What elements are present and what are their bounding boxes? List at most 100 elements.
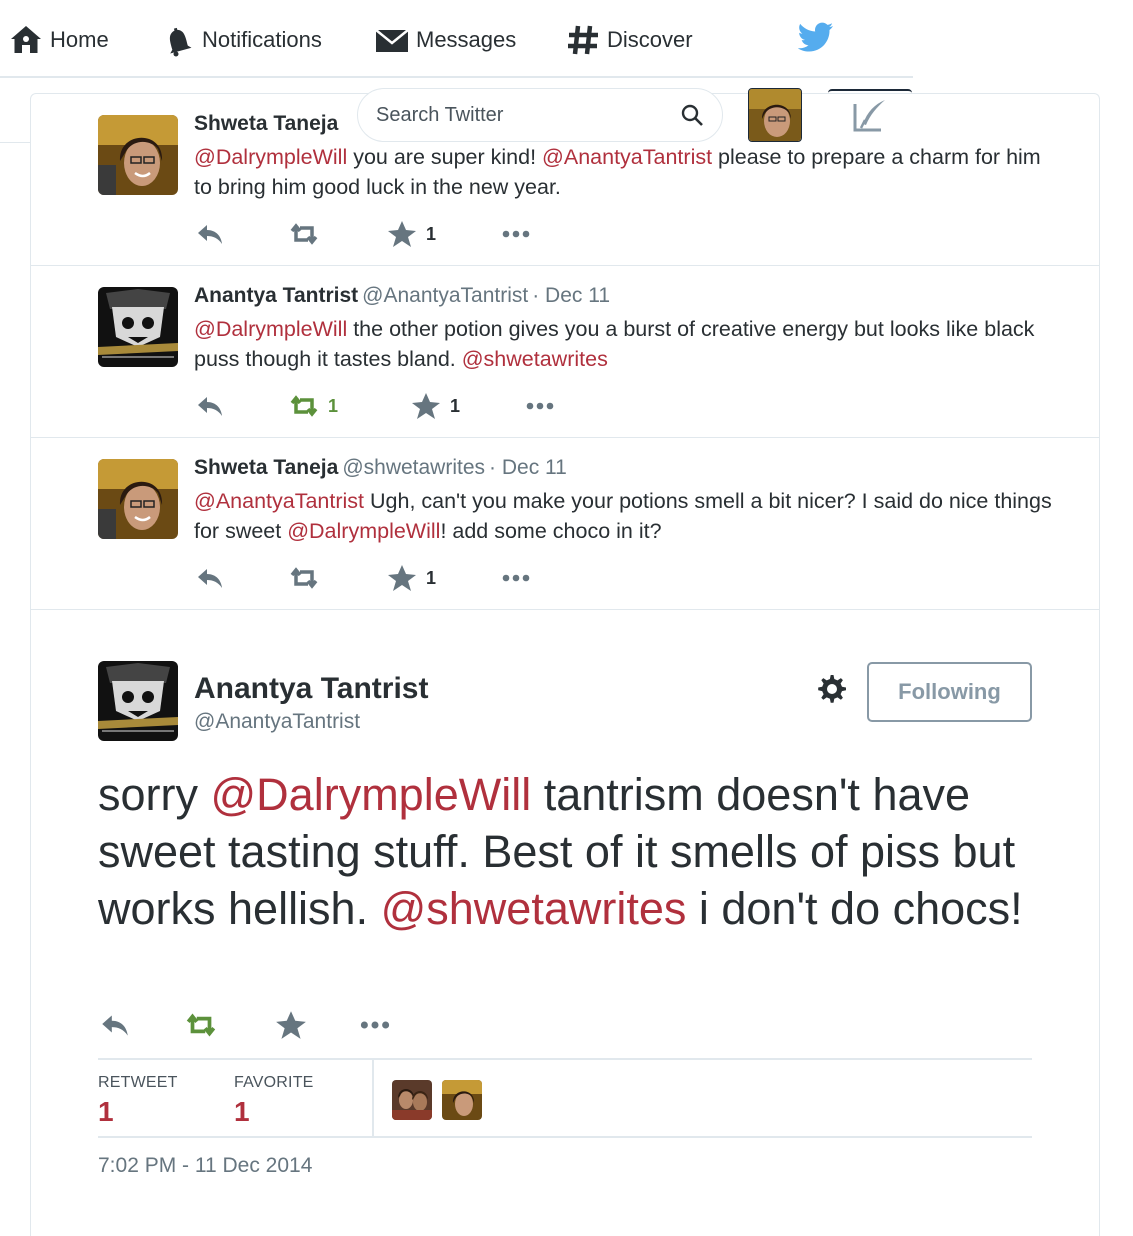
twitter-bird-icon[interactable]	[798, 22, 834, 54]
nav-home-label: Home	[50, 27, 109, 52]
following-button[interactable]: Following	[867, 662, 1032, 722]
nav-messages-label: Messages	[416, 27, 517, 52]
tweet-text-segment: sorry	[98, 769, 211, 820]
compose-tweet-button[interactable]	[828, 89, 912, 141]
tweet-header: Anantya Tantrist @AnantyaTantrist · Dec 11	[194, 284, 610, 308]
mention-link[interactable]: @shwetawrites	[462, 347, 608, 371]
mention-link[interactable]: @DalrympleWill	[211, 769, 532, 820]
tweet-text-segment: i don't do chocs!	[686, 883, 1023, 934]
favorite-count: 1	[426, 567, 437, 588]
reply-button[interactable]	[98, 1008, 132, 1042]
retweet-stat-label: RETWEET	[98, 1074, 178, 1091]
tweet-text: @DalrympleWill you are super kind! @Anan…	[194, 142, 1054, 202]
reply-button[interactable]	[194, 562, 226, 594]
search-input[interactable]	[376, 103, 680, 127]
favorite-button[interactable]: 1	[386, 562, 436, 594]
envelope-icon	[375, 29, 409, 52]
divider	[0, 142, 30, 143]
author-name[interactable]: Shweta Taneja	[194, 456, 338, 479]
retweet-icon	[186, 1013, 216, 1037]
tweet-date[interactable]: · Dec 11	[532, 284, 610, 307]
star-icon	[388, 565, 416, 591]
favorite-button[interactable]: 1	[386, 218, 436, 250]
more-button[interactable]	[358, 1008, 392, 1042]
avatar-image	[98, 661, 178, 741]
stats-divider	[372, 1060, 374, 1138]
nav-messages[interactable]: Messages	[374, 20, 516, 60]
author-name[interactable]: Anantya Tantrist	[194, 284, 358, 307]
permalink-tweet: Anantya Tantrist @AnantyaTantrist Follow…	[31, 610, 1099, 1236]
main-author-handle[interactable]: @AnantyaTantrist	[194, 710, 360, 734]
reply-button[interactable]	[194, 390, 226, 422]
retweet-stat-count: 1	[98, 1096, 114, 1127]
star-icon	[388, 221, 416, 247]
author-name[interactable]: Shweta Taneja	[194, 112, 338, 135]
mention-link[interactable]: @DalrympleWill	[194, 145, 347, 169]
retweet-count: 1	[328, 395, 339, 416]
main-author-name[interactable]: Anantya Tantrist	[194, 672, 428, 706]
main-tweet-avatar[interactable]	[98, 661, 178, 741]
favoriter-avatar[interactable]	[442, 1080, 482, 1120]
tweet-timestamp[interactable]: 7:02 PM - 11 Dec 2014	[98, 1154, 312, 1178]
bell-icon	[169, 27, 192, 57]
user-avatar-menu[interactable]	[748, 88, 802, 142]
more-dots-icon	[526, 402, 554, 410]
tweet-text-segment: ! add some choco in it?	[440, 519, 662, 543]
retweet-icon	[290, 567, 318, 589]
favorite-button[interactable]: 1	[410, 390, 460, 422]
tweet-item[interactable]: Anantya Tantrist @AnantyaTantrist · Dec 11…	[31, 266, 1099, 438]
nav-discover[interactable]: Discover	[565, 20, 693, 60]
mention-link[interactable]: @AnantyaTantrist	[542, 145, 712, 169]
reply-icon	[102, 1015, 128, 1036]
mention-link[interactable]: @shwetawrites	[381, 883, 687, 934]
favorite-button[interactable]	[274, 1008, 308, 1042]
top-navigation-bar: Home Notifications Messages Discover	[0, 0, 913, 78]
favorite-count: 1	[426, 223, 437, 244]
tweet-item[interactable]: Shweta Taneja @shwetawrites · Dec 11 @Anan…	[31, 438, 1099, 610]
mention-link[interactable]: @DalrympleWill	[287, 519, 440, 543]
tweet-stats: RETWEET 1 FAVORITE 1	[98, 1058, 1032, 1138]
more-button[interactable]	[524, 390, 556, 422]
mention-link[interactable]: @DalrympleWill	[194, 317, 347, 341]
retweet-button[interactable]	[288, 562, 320, 594]
retweet-button[interactable]: 1	[288, 390, 338, 422]
favorite-stat-count: 1	[234, 1096, 250, 1127]
nav-home[interactable]: Home	[8, 20, 109, 60]
reply-icon	[198, 397, 222, 416]
more-button[interactable]	[500, 562, 532, 594]
tweet-avatar[interactable]	[98, 287, 178, 367]
more-button[interactable]	[500, 218, 532, 250]
favorite-stat[interactable]: FAVORITE 1	[234, 1074, 314, 1128]
author-handle[interactable]: @shwetawrites	[342, 456, 485, 479]
retweet-button[interactable]	[184, 1008, 218, 1042]
gear-icon[interactable]	[815, 672, 849, 706]
nav-notifications[interactable]: Notifications	[160, 20, 322, 60]
more-dots-icon	[502, 574, 530, 582]
more-dots-icon	[360, 1021, 390, 1029]
retweet-stat[interactable]: RETWEET 1	[98, 1074, 178, 1128]
tweet-date[interactable]: · Dec 11	[489, 456, 567, 479]
retweet-button[interactable]	[288, 218, 320, 250]
tweet-avatar[interactable]	[98, 459, 178, 539]
avatar-image	[392, 1080, 432, 1120]
avatar-image	[98, 459, 178, 539]
conversation-panel: Shweta Taneja @DalrympleWill you are sup…	[30, 93, 1100, 1236]
mention-link[interactable]: @AnantyaTantrist	[194, 489, 364, 513]
favorite-stat-label: FAVORITE	[234, 1074, 314, 1091]
star-icon	[276, 1011, 306, 1039]
favoriter-avatar[interactable]	[392, 1080, 432, 1120]
tweet-text-segment: you are super kind!	[347, 145, 543, 169]
reply-icon	[198, 225, 222, 244]
reply-button[interactable]	[194, 218, 226, 250]
star-icon	[412, 393, 440, 419]
search-icon[interactable]	[680, 103, 704, 127]
favorite-count: 1	[450, 395, 461, 416]
more-dots-icon	[502, 230, 530, 238]
author-handle[interactable]: @AnantyaTantrist	[362, 284, 528, 307]
retweet-icon	[290, 395, 318, 417]
tweet-avatar[interactable]	[98, 115, 178, 195]
search-box[interactable]	[357, 88, 723, 142]
tweet-text: @AnantyaTantrist Ugh, can't you make you…	[194, 486, 1054, 546]
avatar-image	[749, 89, 801, 141]
retweet-icon	[290, 223, 318, 245]
